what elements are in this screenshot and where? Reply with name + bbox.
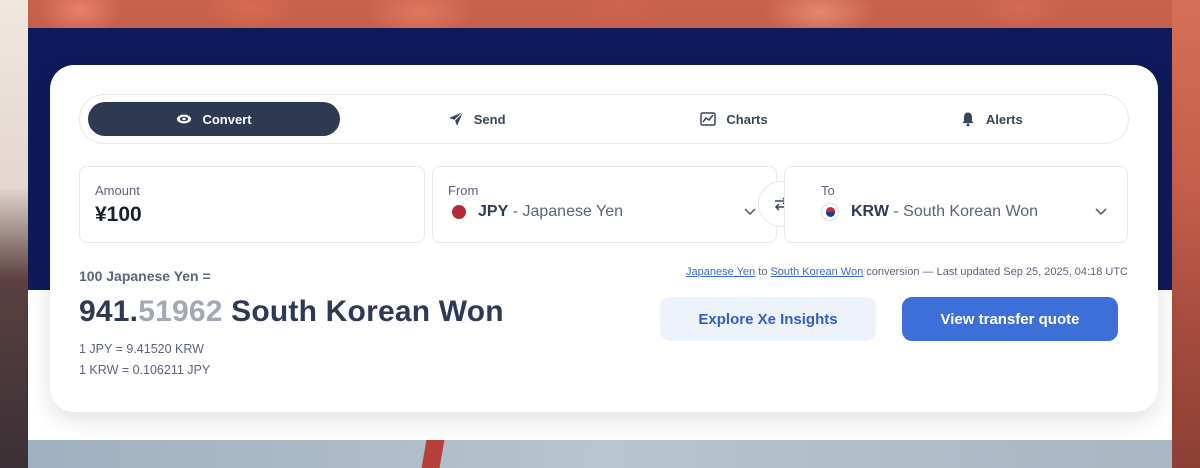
from-currency-select[interactable]: From JPY - Japanese Yen [432,166,777,243]
send-icon [448,111,464,126]
bell-icon [962,112,974,127]
korea-flag-icon [821,203,839,221]
chevron-down-icon[interactable] [742,203,758,219]
rate-inverse: 1 KRW = 0.106211 JPY [79,363,211,377]
tab-alerts[interactable]: Alerts [863,102,1120,136]
to-currency-select[interactable]: To KRW - South Korean Won [784,166,1128,243]
from-label: From [448,183,479,198]
result-integer: 941. [79,295,139,328]
amount-value[interactable]: ¥100 [95,203,142,227]
chart-icon [700,112,717,126]
conversion-input-summary: 100 Japanese Yen = [79,268,211,284]
explore-insights-button[interactable]: Explore Xe Insights [660,297,876,341]
last-updated-note: Japanese Yen to South Korean Won convers… [686,266,1128,278]
amount-label: Amount [95,183,140,198]
result-currency: South Korean Won [222,295,504,328]
amount-field[interactable]: Amount ¥100 [79,166,425,243]
japanese-yen-link[interactable]: Japanese Yen [686,266,755,278]
converter-card: Convert Send Charts Alerts Amount ¥100 F… [50,65,1158,412]
tab-bar: Convert Send Charts Alerts [79,94,1129,144]
south-korean-won-link[interactable]: South Korean Won [770,266,863,278]
background-edge-right [1172,0,1200,468]
tab-label: Alerts [985,111,1023,127]
conversion-result: 941.51962 South Korean Won [79,295,504,329]
to-code: KRW [851,203,889,220]
tab-send[interactable]: Send [348,102,605,136]
from-code: JPY [478,203,509,220]
updated-text: conversion — Last updated Sep 25, 2025, … [863,266,1128,278]
background-edge-left [0,0,28,468]
background-edge-bottom [28,440,1172,468]
to-name: - South Korean Won [893,203,1039,220]
chevron-down-icon[interactable] [1093,203,1109,219]
money-icon [177,114,192,124]
to-label: To [821,183,835,198]
tab-label: Send [473,111,506,127]
tab-label: Convert [202,111,252,127]
from-name: - Japanese Yen [512,203,624,220]
result-decimals: 51962 [138,295,223,328]
tab-charts[interactable]: Charts [605,102,862,136]
tab-label: Charts [726,111,768,127]
rate-forward: 1 JPY = 9.41520 KRW [79,342,204,356]
tab-convert[interactable]: Convert [88,102,340,136]
view-transfer-quote-button[interactable]: View transfer quote [902,297,1118,341]
japan-flag-icon [452,205,466,219]
